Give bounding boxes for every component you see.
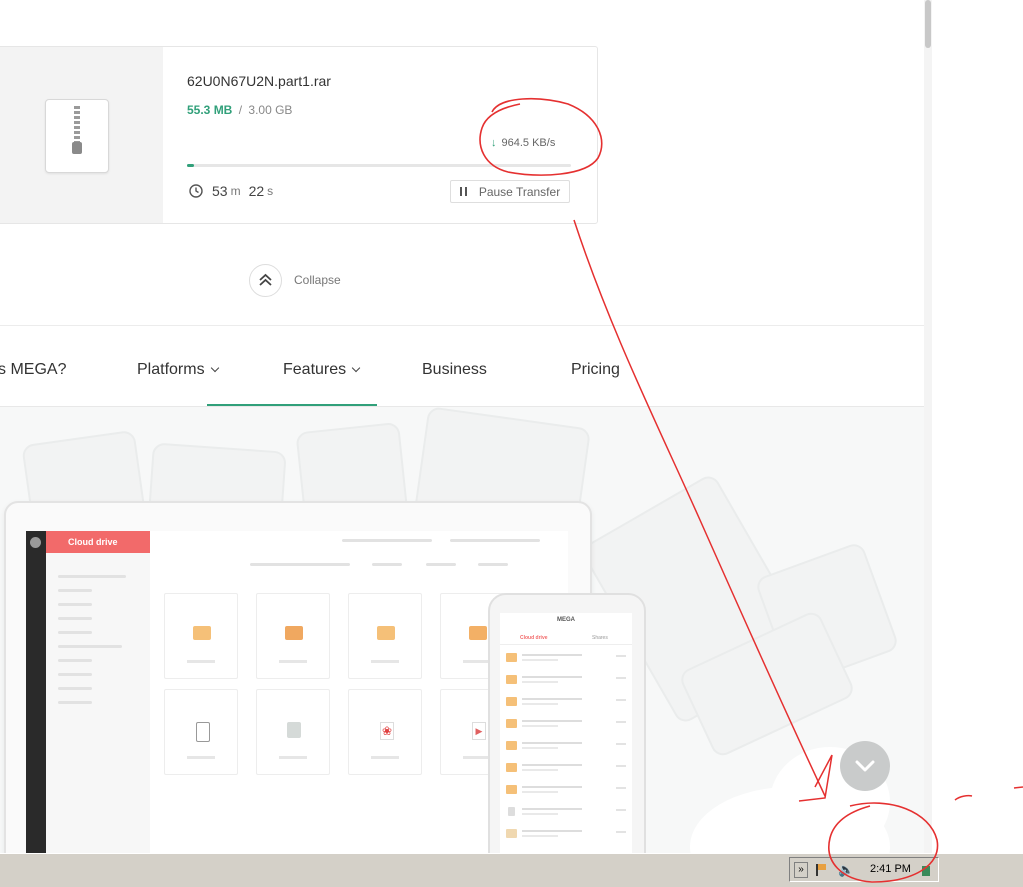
hero-illustration: Cloud drive ❀ ▶ MEGA Cloud drive Shares: [0, 407, 924, 853]
size-total: 3.00 GB: [248, 103, 293, 117]
nav-item-pricing[interactable]: Pricing: [571, 361, 620, 379]
time-minutes-unit: m: [230, 184, 241, 198]
file-tile: ❀: [348, 689, 422, 775]
browser-page: 62U0N67U2N.part1.rar 55.3 MB / 3.00 GB ↓…: [0, 0, 927, 853]
nav-label: Pricing: [571, 361, 620, 378]
action-center-flag-icon[interactable]: [816, 864, 830, 876]
scroll-down-button[interactable]: [840, 741, 890, 791]
transfer-size: 55.3 MB / 3.00 GB: [187, 103, 292, 117]
folder-tile: [164, 593, 238, 679]
folder-icon: [193, 626, 211, 640]
collapse-label[interactable]: Collapse: [294, 273, 341, 287]
cloud-drive-tab: Cloud drive: [46, 531, 150, 553]
folder-icon: [377, 626, 395, 640]
pause-icon: [459, 187, 467, 196]
phone-illustration: MEGA Cloud drive Shares: [488, 593, 646, 853]
zip-file-icon: [196, 722, 210, 742]
transfer-card: 62U0N67U2N.part1.rar 55.3 MB / 3.00 GB ↓…: [0, 46, 598, 224]
nav-item-business[interactable]: Business: [422, 361, 487, 379]
shared-folder-icon: [285, 626, 303, 640]
transfer-speed: ↓ 964.5 KB/s: [491, 137, 555, 149]
laptop-screen: Cloud drive ❀ ▶: [26, 531, 568, 853]
phone-screen: MEGA Cloud drive Shares: [500, 613, 632, 853]
system-tray: » 🔈 2:41 PM: [789, 857, 939, 882]
progress-bar: [187, 164, 571, 167]
image-file-icon: [287, 722, 301, 738]
list-item: [504, 825, 628, 845]
double-chevron-up-icon: [259, 273, 272, 286]
folder-tile: [256, 593, 330, 679]
nav-item-features[interactable]: Features: [283, 361, 361, 379]
file-tile: [164, 689, 238, 775]
page-margin: [927, 0, 1023, 853]
list-item: [504, 781, 628, 801]
outgoing-folder-icon: [469, 626, 487, 640]
main-nav: s MEGA? Platforms Features Business Pric…: [0, 326, 924, 407]
file-tile: [256, 689, 330, 775]
scrollbar-thumb[interactable]: [925, 0, 931, 48]
size-separator: /: [238, 103, 243, 117]
list-item: [504, 671, 628, 691]
laptop-nav-pane: [46, 553, 150, 853]
speed-value: 964.5 KB/s: [501, 137, 556, 149]
mega-logo-icon: [30, 537, 41, 548]
time-seconds-unit: s: [267, 184, 274, 198]
time-remaining: 53 m 22 s: [189, 183, 281, 199]
video-file-icon: ▶: [472, 722, 486, 740]
file-preview-pane: [0, 47, 163, 223]
volume-icon[interactable]: 🔈: [838, 862, 854, 878]
nav-label: s MEGA?: [0, 361, 67, 378]
size-downloaded: 55.3 MB: [187, 103, 233, 117]
chevron-down-icon: [855, 760, 875, 772]
nav-label: Platforms: [137, 361, 205, 378]
nav-item-what-is-mega[interactable]: s MEGA?: [0, 361, 66, 379]
progress-fill: [187, 164, 194, 167]
list-item: [504, 715, 628, 735]
time-minutes: 53: [212, 183, 228, 199]
list-item: [504, 693, 628, 713]
download-arrow-icon: ↓: [491, 137, 497, 149]
list-item: [504, 649, 628, 669]
nav-label: Business: [422, 361, 487, 378]
pause-transfer-button[interactable]: Pause Transfer: [450, 180, 570, 203]
time-seconds: 22: [248, 183, 265, 199]
tray-expand-button[interactable]: »: [794, 862, 808, 878]
file-name: 62U0N67U2N.part1.rar: [187, 73, 331, 89]
list-item: [504, 737, 628, 757]
pdf-file-icon: ❀: [380, 722, 394, 740]
phone-tab-cloud-drive: Cloud drive: [520, 635, 548, 641]
zip-file-icon: [45, 99, 109, 173]
taskbar: » 🔈 2:41 PM: [0, 853, 1023, 887]
phone-tab-shares: Shares: [592, 635, 608, 641]
folder-tile: [348, 593, 422, 679]
list-item: [504, 759, 628, 779]
show-desktop-icon[interactable]: [922, 866, 930, 876]
nav-label: Features: [283, 361, 347, 378]
laptop-sidebar: [26, 531, 46, 853]
nav-item-platforms[interactable]: Platforms: [137, 361, 219, 379]
chevron-down-icon: [351, 363, 361, 373]
chevron-down-icon: [210, 363, 219, 373]
phone-title: MEGA: [557, 617, 575, 623]
pause-transfer-label: Pause Transfer: [478, 184, 561, 199]
list-item: [504, 803, 628, 823]
collapse-button[interactable]: [249, 264, 282, 297]
clock-icon: [189, 184, 203, 198]
taskbar-clock[interactable]: 2:41 PM: [870, 863, 911, 875]
vertical-scrollbar[interactable]: [924, 0, 932, 853]
